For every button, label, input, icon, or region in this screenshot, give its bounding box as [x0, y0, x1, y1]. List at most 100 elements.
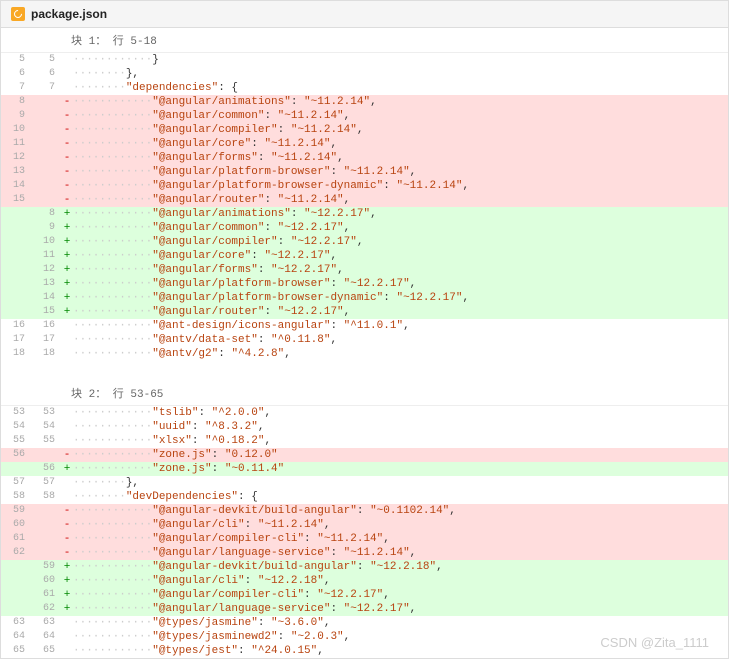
- new-line-number: 57: [31, 476, 61, 490]
- old-line-number: 15: [1, 193, 31, 207]
- code-content: ········"devDependencies": {: [73, 490, 728, 504]
- filename: package.json: [31, 7, 107, 21]
- new-line-number: 15: [31, 305, 61, 319]
- diff-line[interactable]: 10+············"@angular/compiler": "~12…: [1, 235, 728, 249]
- code-content: ············"tslib": "^2.0.0",: [73, 406, 728, 420]
- old-line-number: 5: [1, 53, 31, 67]
- old-line-number: 62: [1, 546, 31, 560]
- code-content: ············"@angular/compiler": "~12.2.…: [73, 235, 728, 249]
- diff-sign: -: [61, 109, 73, 123]
- old-line-number: 58: [1, 490, 31, 504]
- new-line-number: 7: [31, 81, 61, 95]
- diff-line[interactable]: 5454············"uuid": "^8.3.2",: [1, 420, 728, 434]
- new-line-number: 12: [31, 263, 61, 277]
- diff-sign: [61, 644, 73, 658]
- diff-line[interactable]: 8-············"@angular/animations": "~1…: [1, 95, 728, 109]
- diff-line[interactable]: 5353············"tslib": "^2.0.0",: [1, 406, 728, 420]
- old-line-number: 59: [1, 504, 31, 518]
- diff-sign: [61, 406, 73, 420]
- code-content: ············"@angular/platform-browser-d…: [73, 291, 728, 305]
- old-line-number: [1, 291, 31, 305]
- code-content: ············"@angular-devkit/build-angul…: [73, 560, 728, 574]
- code-content: ············"@angular/compiler-cli": "~1…: [73, 532, 728, 546]
- diff-sign: [61, 67, 73, 81]
- diff-sign: -: [61, 532, 73, 546]
- diff-line[interactable]: 14-············"@angular/platform-browse…: [1, 179, 728, 193]
- diff-line[interactable]: 12+············"@angular/forms": "~12.2.…: [1, 263, 728, 277]
- diff-sign: +: [61, 291, 73, 305]
- diff-line[interactable]: 15+············"@angular/router": "~12.2…: [1, 305, 728, 319]
- diff-sign: +: [61, 462, 73, 476]
- code-content: ············"@angular/forms": "~12.2.17"…: [73, 263, 728, 277]
- diff-line[interactable]: 56-············"zone.js": "0.12.0": [1, 448, 728, 462]
- diff-line[interactable]: 12-············"@angular/forms": "~11.2.…: [1, 151, 728, 165]
- new-line-number: 61: [31, 588, 61, 602]
- diff-line[interactable]: 6363············"@types/jasmine": "~3.6.…: [1, 616, 728, 630]
- old-line-number: 11: [1, 137, 31, 151]
- diff-sign: +: [61, 277, 73, 291]
- diff-line[interactable]: 11-············"@angular/core": "~11.2.1…: [1, 137, 728, 151]
- diff-sign: -: [61, 179, 73, 193]
- code-content: ············"@angular/core": "~11.2.14",: [73, 137, 728, 151]
- old-line-number: 53: [1, 406, 31, 420]
- code-content: ············"xlsx": "^0.18.2",: [73, 434, 728, 448]
- diff-line[interactable]: 66········},: [1, 67, 728, 81]
- old-line-number: 65: [1, 644, 31, 658]
- diff-line[interactable]: 9+············"@angular/common": "~12.2.…: [1, 221, 728, 235]
- diff-line[interactable]: 56+············"zone.js": "~0.11.4": [1, 462, 728, 476]
- diff-line[interactable]: 62+············"@angular/language-servic…: [1, 602, 728, 616]
- new-line-number: 11: [31, 249, 61, 263]
- new-line-number: 14: [31, 291, 61, 305]
- diff-sign: +: [61, 249, 73, 263]
- diff-line[interactable]: 5555············"xlsx": "^0.18.2",: [1, 434, 728, 448]
- code-content: ············"@angular/compiler-cli": "~1…: [73, 588, 728, 602]
- code-content: ············"zone.js": "0.12.0": [73, 448, 728, 462]
- diff-line[interactable]: 15-············"@angular/router": "~11.2…: [1, 193, 728, 207]
- diff-line[interactable]: 1616············"@ant-design/icons-angul…: [1, 319, 728, 333]
- old-line-number: [1, 574, 31, 588]
- old-line-number: [1, 588, 31, 602]
- diff-block: 55············}66········},77········"de…: [1, 53, 728, 361]
- old-line-number: 64: [1, 630, 31, 644]
- diff-line[interactable]: 9-············"@angular/common": "~11.2.…: [1, 109, 728, 123]
- diff-line[interactable]: 60-············"@angular/cli": "~11.2.14…: [1, 518, 728, 532]
- code-content: ········"dependencies": {: [73, 81, 728, 95]
- diff-sign: -: [61, 518, 73, 532]
- diff-sign: [61, 347, 73, 361]
- diff-line[interactable]: 13-············"@angular/platform-browse…: [1, 165, 728, 179]
- old-line-number: [1, 207, 31, 221]
- diff-line[interactable]: 1818············"@antv/g2": "^4.2.8",: [1, 347, 728, 361]
- diff-line[interactable]: 59-············"@angular-devkit/build-an…: [1, 504, 728, 518]
- new-line-number: [31, 546, 61, 560]
- new-line-number: 54: [31, 420, 61, 434]
- old-line-number: [1, 249, 31, 263]
- new-line-number: 64: [31, 630, 61, 644]
- new-line-number: 9: [31, 221, 61, 235]
- code-content: ········},: [73, 476, 728, 490]
- diff-sign: -: [61, 193, 73, 207]
- diff-line[interactable]: 61 -············"@angular/compiler-cli": …: [1, 532, 728, 546]
- diff-sign: [61, 616, 73, 630]
- diff-line[interactable]: 14+············"@angular/platform-browse…: [1, 291, 728, 305]
- diff-line[interactable]: 10-············"@angular/compiler": "~11…: [1, 123, 728, 137]
- old-line-number: 55: [1, 434, 31, 448]
- diff-sign: +: [61, 574, 73, 588]
- diff-sign: [61, 333, 73, 347]
- diff-line[interactable]: 59+············"@angular-devkit/build-an…: [1, 560, 728, 574]
- code-content: ············"@angular/core": "~12.2.17",: [73, 249, 728, 263]
- diff-line[interactable]: 8+············"@angular/animations": "~1…: [1, 207, 728, 221]
- diff-line[interactable]: 1717············"@antv/data-set": "^0.11…: [1, 333, 728, 347]
- file-icon: [11, 7, 25, 21]
- diff-line[interactable]: 55············}: [1, 53, 728, 67]
- diff-line[interactable]: 62-············"@angular/language-servic…: [1, 546, 728, 560]
- diff-line[interactable]: 5757········},: [1, 476, 728, 490]
- diff-line[interactable]: 60+············"@angular/cli": "~12.2.18…: [1, 574, 728, 588]
- file-header[interactable]: package.json: [1, 1, 728, 28]
- diff-line[interactable]: 11+············"@angular/core": "~12.2.1…: [1, 249, 728, 263]
- diff-line[interactable]: 13+············"@angular/platform-browse…: [1, 277, 728, 291]
- diff-line[interactable]: 61+············"@angular/compiler-cli": …: [1, 588, 728, 602]
- old-line-number: 61: [1, 532, 31, 546]
- diff-line[interactable]: 77········"dependencies": {: [1, 81, 728, 95]
- diff-line[interactable]: 5858········"devDependencies": {: [1, 490, 728, 504]
- hunk-header: 块 1： 行 5-18: [1, 28, 728, 53]
